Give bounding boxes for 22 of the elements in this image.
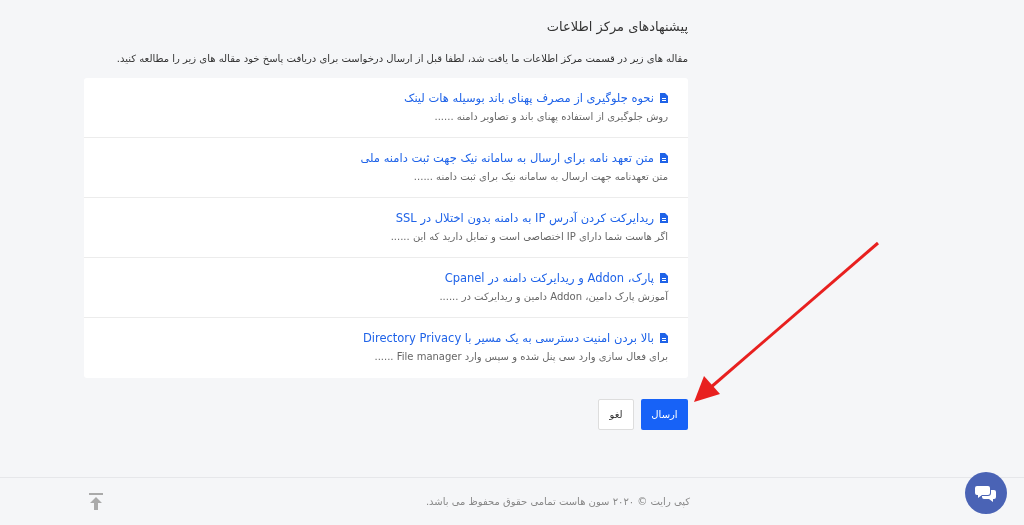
- article-summary: روش جلوگیری از استفاده پهنای باند و تصاویر دامنه ......: [434, 110, 668, 124]
- send-button[interactable]: ارسال: [641, 399, 688, 430]
- article-link[interactable]: بالا بردن امنیت دسترسی به یک مسیر با Directory Privacy: [362, 330, 668, 346]
- document-icon: [660, 213, 668, 223]
- document-icon: [660, 93, 668, 103]
- article-link[interactable]: پارک، Addon و ریدایرکت دامنه در Cpanel: [444, 270, 668, 286]
- article-summary: آموزش پارک دامین، Addon دامین و ریدایرکت در ......: [439, 290, 668, 304]
- chat-icon: [975, 484, 997, 502]
- document-icon: [660, 153, 668, 163]
- article-summary: اگر هاست شما دارای IP اختصاصی است و تمایل دارید که این ......: [390, 230, 668, 244]
- cancel-button[interactable]: لغو: [598, 399, 634, 430]
- article-summary: متن تعهدنامه جهت ارسال به سامانه نیک برای ثبت دامنه ......: [413, 170, 668, 184]
- chat-button[interactable]: [965, 472, 1007, 514]
- section-heading: پیشنهادهای مرکز اطلاعات: [545, 18, 688, 37]
- document-icon: [660, 273, 668, 283]
- copyright-text: کپی رایت © ۲۰۲۰ سون هاست تمامی حقوق محفوظ می باشد.: [425, 495, 690, 509]
- article-link[interactable]: متن تعهد نامه برای ارسال به سامانه نیک جهت ثبت دامنه ملی: [360, 150, 668, 166]
- article-summary: برای فعال سازی وارد سی پنل شده و سپس وارد File manager ......: [374, 350, 668, 364]
- article-link[interactable]: نحوه جلوگیری از مصرف پهنای باند بوسیله هات لینک: [404, 90, 668, 106]
- document-icon: [660, 333, 668, 343]
- intro-text: مقاله های زیر در قسمت مرکز اطلاعات ما یافت شد، لطفا قبل از ارسال درخواست برای دریافت پاسخ خود مقاله های زیر را مطالعه کنید.: [115, 52, 688, 66]
- article-link[interactable]: ریدایرکت کردن آدرس IP به دامنه بدون اختلال در SSL: [395, 210, 668, 226]
